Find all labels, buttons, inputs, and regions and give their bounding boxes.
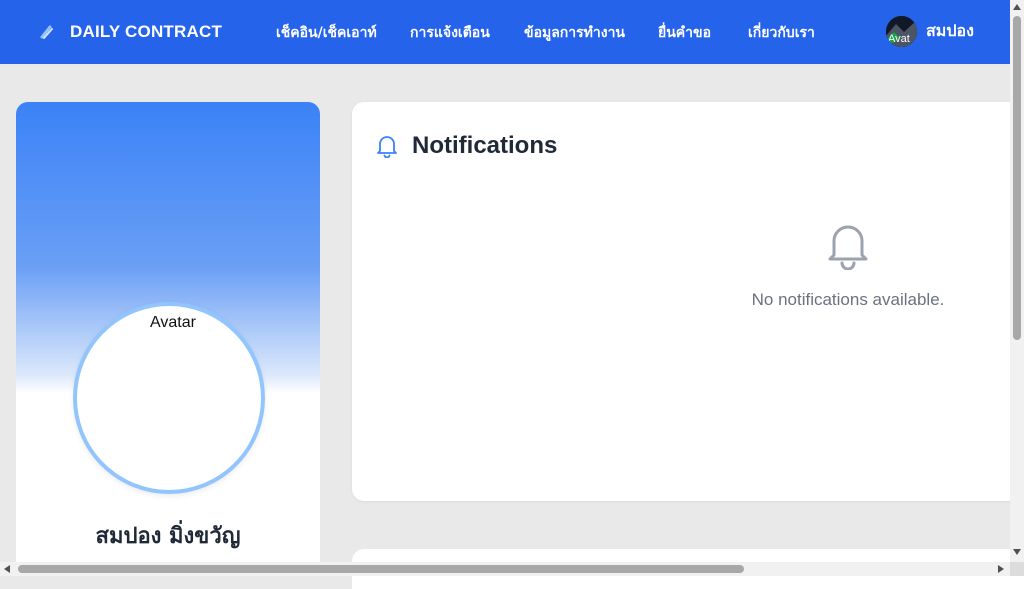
top-navbar: DAILY CONTRACT เช็คอิน/เช็คเอาท์ การแจ้ง…: [0, 0, 1010, 64]
notifications-card: Notifications No notifications available…: [352, 102, 1024, 501]
horizontal-scroll-thumb[interactable]: [18, 565, 744, 573]
profile-avatar-alt: Avatar: [150, 314, 196, 331]
avatar-alt-text: Avat: [888, 33, 910, 45]
nav-work-info[interactable]: ข้อมูลการทำงาน: [524, 22, 625, 44]
nav-checkin[interactable]: เช็คอิน/เช็คเอาท์: [276, 22, 377, 44]
profile-name: สมปอง มิ่งขวัญ: [95, 524, 241, 549]
brand-name: DAILY CONTRACT: [70, 22, 223, 41]
notifications-header: Notifications: [376, 132, 557, 160]
horizontal-scrollbar[interactable]: [0, 562, 1010, 576]
scrollbar-corner: [1010, 562, 1024, 576]
scroll-right-icon[interactable]: [998, 565, 1004, 573]
logo-icon: [40, 25, 53, 39]
nav-requests[interactable]: ยื่นคำขอ: [658, 22, 711, 44]
notifications-title: Notifications: [412, 132, 558, 159]
scroll-down-icon[interactable]: [1013, 549, 1021, 555]
profile-avatar: Avatar: [73, 302, 265, 494]
nav-about[interactable]: เกี่ยวกับเรา: [748, 22, 815, 44]
scroll-left-icon[interactable]: [4, 565, 10, 573]
user-menu[interactable]: Avat สมปอง: [886, 16, 974, 47]
avatar[interactable]: Avat: [886, 16, 917, 47]
profile-card: Avatar สมปอง มิ่งขวัญ: [16, 102, 320, 572]
vertical-scroll-thumb[interactable]: [1013, 16, 1021, 340]
nav-notifications[interactable]: การแจ้งเตือน: [410, 22, 490, 44]
scroll-up-icon[interactable]: [1013, 4, 1021, 10]
vertical-scrollbar[interactable]: [1010, 0, 1024, 562]
empty-bell-icon: [828, 225, 868, 270]
brand[interactable]: DAILY CONTRACT: [38, 18, 222, 46]
bell-icon: [377, 136, 397, 158]
user-name: สมปอง: [926, 21, 974, 40]
empty-notifications-message: No notifications available.: [751, 290, 945, 309]
